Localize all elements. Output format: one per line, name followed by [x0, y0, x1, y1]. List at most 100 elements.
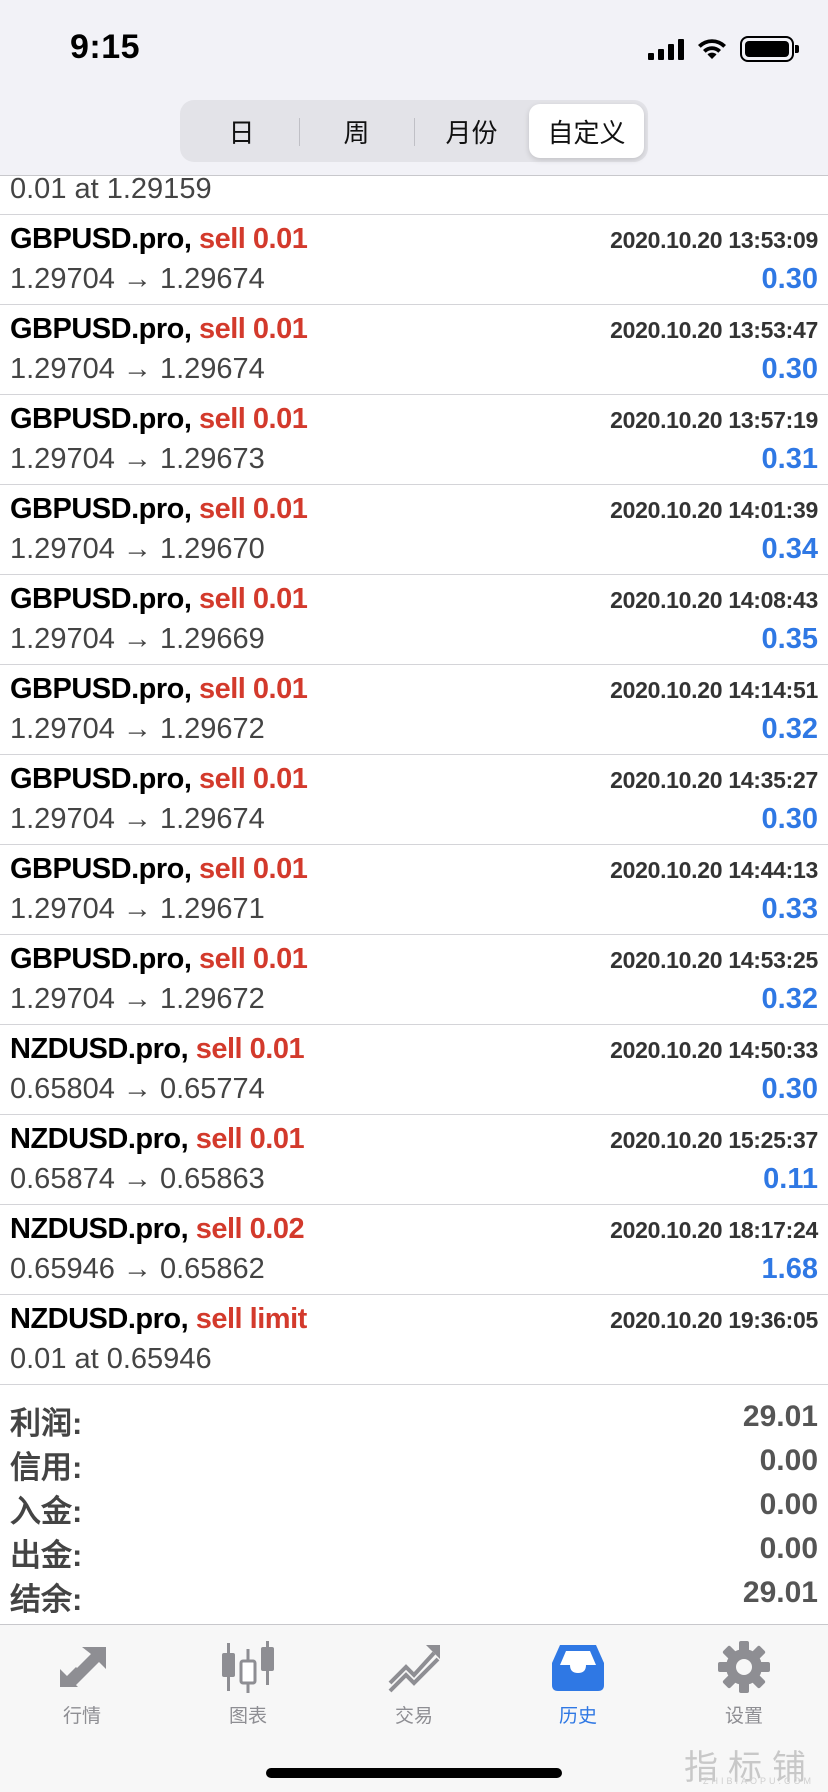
trade-symbol: GBPUSD.pro,	[10, 763, 192, 795]
tab-chart[interactable]: 图表	[188, 1639, 308, 1728]
segment-label: 日	[228, 117, 255, 148]
candlestick-chart-icon	[222, 1641, 274, 1693]
summary-row-deposit: 入金: 0.00	[0, 1484, 828, 1529]
trade-prices: 1.29704 → 1.29674	[10, 803, 265, 835]
status-icons	[648, 36, 799, 62]
table-row[interactable]: GBPUSD.pro, sell 0.01 2020.10.20 14:35:2…	[0, 755, 828, 845]
trade-prices: 1.29704 → 1.29671	[10, 893, 265, 925]
trade-action: sell 0.01	[198, 493, 308, 525]
summary-value: 29.01	[742, 1576, 818, 1609]
history-list[interactable]: 0.01 at 1.29159 GBPUSD.pro, sell 0.01 20…	[0, 176, 828, 1385]
trade-profit: 0.34	[761, 533, 818, 565]
trade-time: 2020.10.20 15:25:37	[610, 1127, 818, 1153]
table-row[interactable]: NZDUSD.pro, sell 0.01 2020.10.20 14:50:3…	[0, 1025, 828, 1115]
segment-month[interactable]: 月份	[414, 104, 529, 158]
table-row[interactable]: NZDUSD.pro, sell 0.01 2020.10.20 15:25:3…	[0, 1115, 828, 1205]
trade-symbol: GBPUSD.pro,	[10, 673, 192, 705]
table-row[interactable]: GBPUSD.pro, sell 0.01 2020.10.20 14:08:4…	[0, 575, 828, 665]
trade-profit: 0.32	[761, 713, 818, 745]
segment-day[interactable]: 日	[184, 104, 299, 158]
trade-time: 2020.10.20 14:14:51	[610, 677, 818, 703]
account-summary: 利润: 29.01 信用: 0.00 入金: 0.00 出金: 0.00 结余:…	[0, 1392, 828, 1624]
trade-action: sell 0.01	[198, 853, 308, 885]
trade-time: 2020.10.20 13:57:19	[610, 407, 818, 433]
summary-value: 0.00	[759, 1488, 818, 1521]
trade-time: 2020.10.20 14:50:33	[610, 1037, 818, 1063]
tab-quotes[interactable]: 行情	[22, 1639, 142, 1728]
trade-time: 2020.10.20 14:44:13	[610, 857, 818, 883]
summary-label: 入金:	[10, 1494, 83, 1529]
trade-prices: 1.29704 → 1.29672	[10, 983, 265, 1015]
trade-symbol: GBPUSD.pro,	[10, 313, 192, 345]
table-row[interactable]: GBPUSD.pro, sell 0.01 2020.10.20 13:53:0…	[0, 215, 828, 305]
trade-symbol: NZDUSD.pro,	[10, 1033, 189, 1065]
pending-order-row[interactable]: NZDUSD.pro, sell limit 2020.10.20 19:36:…	[0, 1295, 828, 1385]
segment-custom[interactable]: 自定义	[529, 104, 644, 158]
gear-icon	[718, 1641, 770, 1693]
trade-action: sell 0.01	[198, 943, 308, 975]
status-bar: 9:15	[0, 0, 828, 96]
trade-symbol: NZDUSD.pro,	[10, 1303, 189, 1335]
segment-label: 周	[343, 117, 370, 148]
trade-prices: 0.65804 → 0.65774	[10, 1073, 265, 1105]
history-inbox-icon	[552, 1645, 604, 1691]
segment-label: 月份	[445, 117, 498, 148]
period-segmented-control: 日 周 月份 自定义	[180, 100, 648, 162]
home-indicator[interactable]	[266, 1768, 562, 1778]
trade-time: 2020.10.20 14:35:27	[610, 767, 818, 793]
trade-action: sell 0.01	[195, 1033, 305, 1065]
summary-row-credit: 信用: 0.00	[0, 1440, 828, 1485]
trade-prices: 1.29704 → 1.29670	[10, 533, 265, 565]
trade-action: sell limit	[195, 1303, 308, 1335]
trade-action: sell 0.02	[195, 1213, 305, 1245]
tab-history[interactable]: 历史	[518, 1639, 638, 1728]
tab-trade[interactable]: 交易	[354, 1639, 474, 1728]
battery-icon	[740, 36, 799, 62]
trade-time: 2020.10.20 14:01:39	[610, 497, 818, 523]
trade-prices: 1.29704 → 1.29674	[10, 353, 265, 385]
summary-value: 0.00	[759, 1444, 818, 1477]
summary-label: 结余:	[10, 1582, 83, 1617]
wifi-icon	[698, 39, 726, 59]
trade-time: 2020.10.20 18:17:24	[610, 1217, 818, 1243]
order-detail: 0.01 at 0.65946	[10, 1343, 212, 1375]
trade-symbol: NZDUSD.pro,	[10, 1123, 189, 1155]
trade-profit: 0.30	[761, 263, 818, 295]
tab-label: 历史	[558, 1706, 597, 1727]
summary-label: 信用:	[10, 1450, 83, 1485]
trade-action: sell 0.01	[198, 313, 308, 345]
trade-profit: 0.32	[761, 983, 818, 1015]
trade-time: 2020.10.20 13:53:47	[610, 317, 818, 343]
trade-prices: 0.65874 → 0.65863	[10, 1163, 265, 1195]
tab-label: 行情	[62, 1706, 101, 1727]
table-row[interactable]: GBPUSD.pro, sell 0.01 2020.10.20 14:14:5…	[0, 665, 828, 755]
tab-settings[interactable]: 设置	[684, 1639, 804, 1728]
segment-week[interactable]: 周	[299, 104, 414, 158]
table-row[interactable]: GBPUSD.pro, sell 0.01 2020.10.20 14:53:2…	[0, 935, 828, 1025]
trade-profit: 0.30	[761, 353, 818, 385]
table-row[interactable]: GBPUSD.pro, sell 0.01 2020.10.20 14:44:1…	[0, 845, 828, 935]
trade-prices: 1.29704 → 1.29672	[10, 713, 265, 745]
summary-label: 出金:	[10, 1538, 83, 1573]
trade-profit: 1.68	[761, 1253, 818, 1285]
table-row[interactable]: GBPUSD.pro, sell 0.01 2020.10.20 13:53:4…	[0, 305, 828, 395]
table-row[interactable]: GBPUSD.pro, sell 0.01 2020.10.20 13:57:1…	[0, 395, 828, 485]
trade-symbol: NZDUSD.pro,	[10, 1213, 189, 1245]
tab-label: 交易	[394, 1706, 433, 1727]
table-row[interactable]: GBPUSD.pro, sell 0.01 2020.10.20 14:01:3…	[0, 485, 828, 575]
table-row[interactable]: NZDUSD.pro, sell 0.02 2020.10.20 18:17:2…	[0, 1205, 828, 1295]
trade-prices: 1.29704 → 1.29674	[10, 263, 265, 295]
trade-trend-icon	[388, 1645, 440, 1693]
trade-symbol: GBPUSD.pro,	[10, 493, 192, 525]
summary-row-profit: 利润: 29.01	[0, 1396, 828, 1441]
trade-profit: 0.30	[761, 803, 818, 835]
trade-action: sell 0.01	[198, 403, 308, 435]
tab-label: 图表	[228, 1706, 267, 1727]
list-item[interactable]: 0.01 at 1.29159	[0, 176, 828, 215]
trade-prices: 0.65946 → 0.65862	[10, 1253, 265, 1285]
trade-symbol: GBPUSD.pro,	[10, 223, 192, 255]
trade-profit: 0.30	[761, 1073, 818, 1105]
status-time: 9:15	[70, 28, 141, 66]
trade-time: 2020.10.20 13:53:09	[610, 227, 818, 253]
summary-label: 利润:	[10, 1406, 83, 1441]
